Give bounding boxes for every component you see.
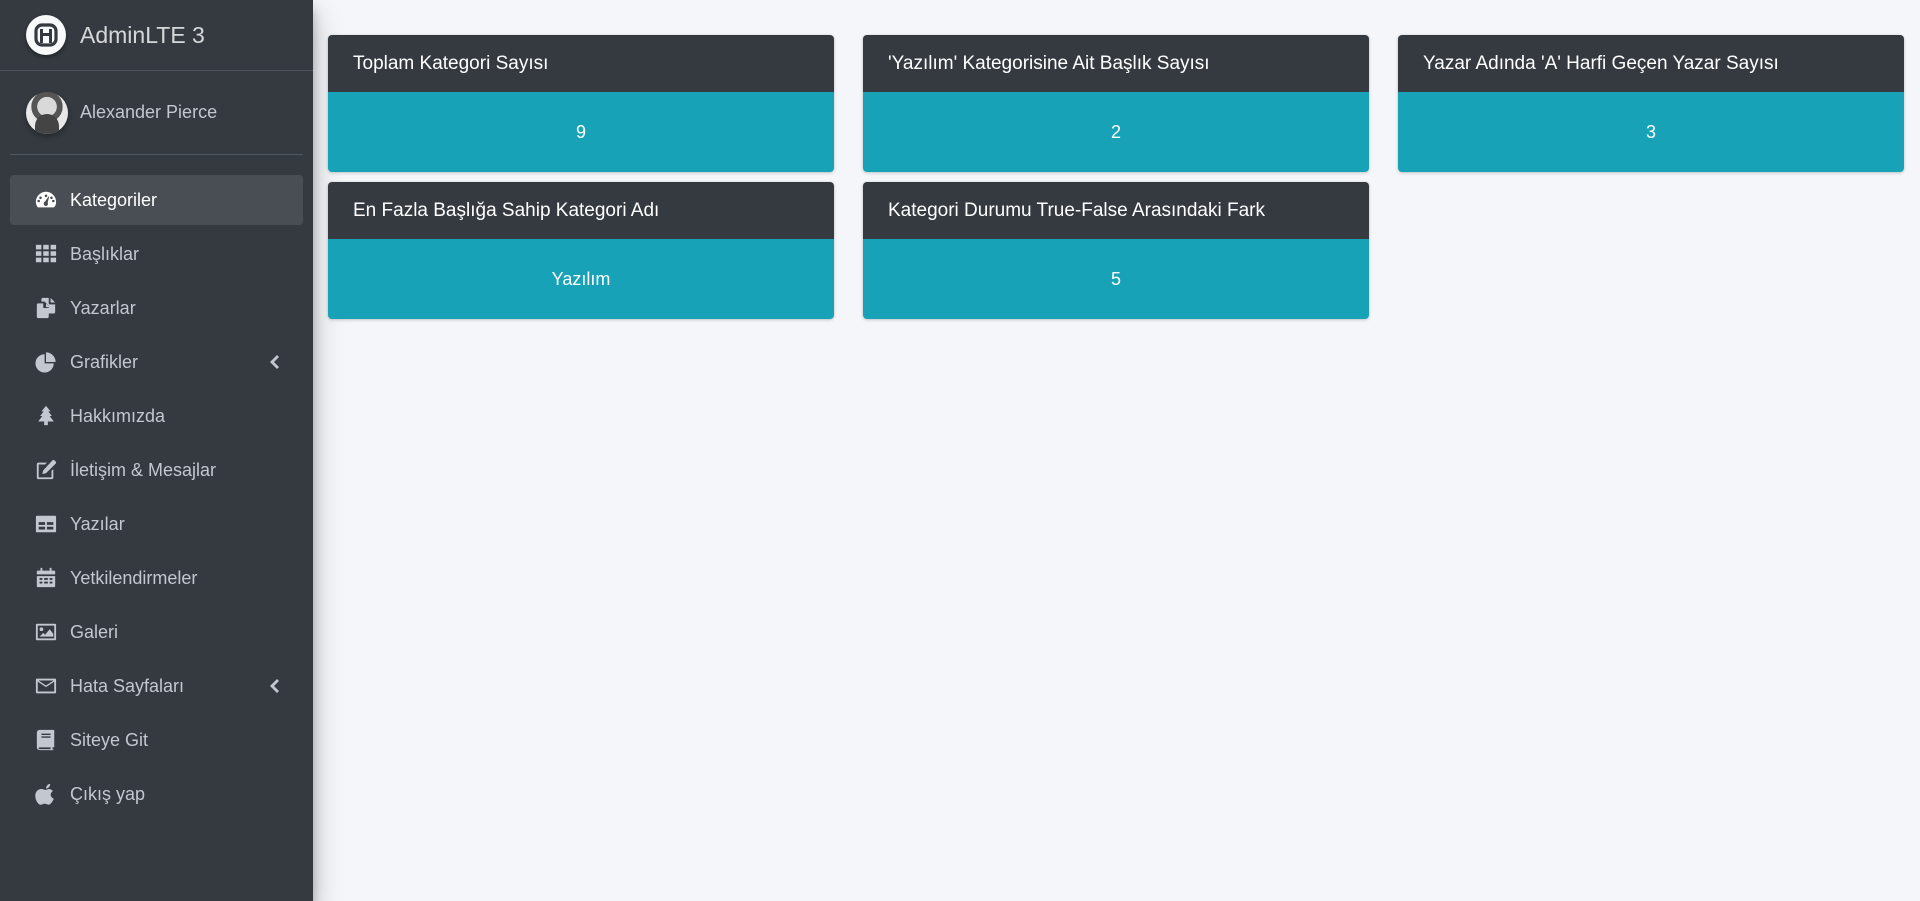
card-title: Toplam Kategori Sayısı: [328, 35, 834, 92]
info-card: Yazar Adında 'A' Harfi Geçen Yazar Sayıs…: [1398, 35, 1904, 172]
pie-chart-icon: [34, 350, 58, 374]
card-title: En Fazla Başlığa Sahip Kategori Adı: [328, 182, 834, 239]
copy-icon: [34, 296, 58, 320]
sidebar-item-siteye-git[interactable]: Siteye Git: [10, 715, 303, 765]
main-sidebar: AdminLTE 3 Alexander Pierce Kategoriler …: [0, 0, 313, 901]
card-value: Yazılım: [328, 239, 834, 319]
sidebar-item-galeri[interactable]: Galeri: [10, 607, 303, 657]
chevron-left-icon[interactable]: [267, 677, 283, 695]
info-card: En Fazla Başlığa Sahip Kategori Adı Yazı…: [328, 182, 834, 319]
dashboard-icon: [34, 188, 58, 212]
user-name[interactable]: Alexander Pierce: [80, 102, 217, 123]
sidebar-item-iletisim-mesajlar[interactable]: İletişim & Mesajlar: [10, 445, 303, 495]
sidebar-item-label: Yetkilendirmeler: [70, 567, 198, 588]
sidebar-item-yazarlar[interactable]: Yazarlar: [10, 283, 303, 333]
sidebar-item-label: Siteye Git: [70, 729, 149, 750]
info-card: Kategori Durumu True-False Arasındaki Fa…: [863, 182, 1369, 319]
card-title: Yazar Adında 'A' Harfi Geçen Yazar Sayıs…: [1398, 35, 1904, 92]
card-title: Kategori Durumu True-False Arasındaki Fa…: [863, 182, 1369, 239]
card-value: 3: [1398, 92, 1904, 172]
sidebar-item-label: Başlıklar: [70, 243, 140, 264]
content-area: Toplam Kategori Sayısı 9 'Yazılım' Kateg…: [313, 0, 1920, 901]
sidebar-item-label: Çıkış yap: [70, 783, 146, 804]
tree-icon: [34, 404, 58, 428]
sidebar-item-label: İletişim & Mesajlar: [70, 459, 217, 480]
avatar[interactable]: [26, 91, 68, 134]
sidebar-item-kategoriler[interactable]: Kategoriler: [10, 175, 303, 225]
user-panel[interactable]: Alexander Pierce: [10, 71, 303, 155]
sidebar-item-label: Hakkımızda: [70, 405, 166, 426]
sidebar-item-hakkimizda[interactable]: Hakkımızda: [10, 391, 303, 441]
brand-link[interactable]: AdminLTE 3: [0, 0, 313, 71]
sidebar-item-label: Yazılar: [70, 513, 125, 534]
sidebar-item-basliklar[interactable]: Başlıklar: [10, 229, 303, 279]
sidebar-item-label: Galeri: [70, 621, 119, 642]
card-title: 'Yazılım' Kategorisine Ait Başlık Sayısı: [863, 35, 1369, 92]
sidebar-item-cikis-yap[interactable]: Çıkış yap: [10, 769, 303, 819]
sidebar-nav: Kategoriler Başlıklar Yazarlar Grafikler: [0, 155, 313, 819]
sidebar-item-grafikler[interactable]: Grafikler: [10, 337, 303, 387]
sidebar-item-label: Hata Sayfaları: [70, 675, 185, 696]
sidebar-item-label: Grafikler: [70, 351, 139, 372]
adminlte-logo-icon: [26, 15, 66, 55]
sidebar-item-hata-sayfalari[interactable]: Hata Sayfaları: [10, 661, 303, 711]
card-value: 9: [328, 92, 834, 172]
apple-icon: [34, 782, 58, 806]
grid-icon: [34, 242, 58, 266]
chevron-left-icon[interactable]: [267, 353, 283, 371]
envelope-icon: [34, 674, 58, 698]
edit-icon: [34, 458, 58, 482]
sidebar-item-yetkilendirmeler[interactable]: Yetkilendirmeler: [10, 553, 303, 603]
card-value: 2: [863, 92, 1369, 172]
book-icon: [34, 728, 58, 752]
brand-text: AdminLTE 3: [80, 21, 205, 48]
table-icon: [34, 512, 58, 536]
card-value: 5: [863, 239, 1369, 319]
sidebar-item-yazilar[interactable]: Yazılar: [10, 499, 303, 549]
sidebar-item-label: Kategoriler: [70, 189, 158, 210]
calendar-icon: [34, 566, 58, 590]
image-icon: [34, 620, 58, 644]
sidebar-item-label: Yazarlar: [70, 297, 136, 318]
info-card: 'Yazılım' Kategorisine Ait Başlık Sayısı…: [863, 35, 1369, 172]
info-card: Toplam Kategori Sayısı 9: [328, 35, 834, 172]
